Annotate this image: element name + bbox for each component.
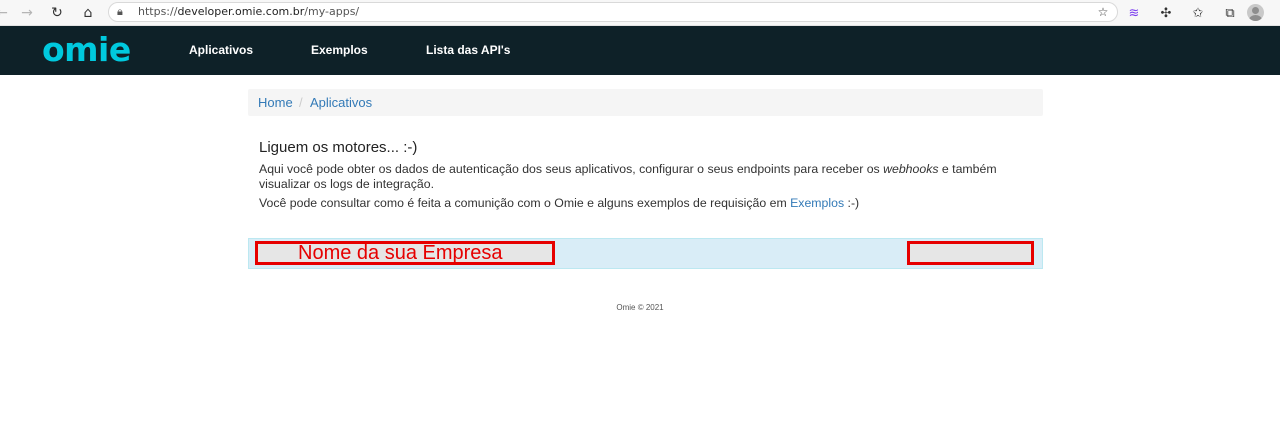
nav-link-exemplos[interactable]: Exemplos — [311, 43, 368, 57]
collections-icon[interactable]: ⧉ — [1220, 3, 1240, 23]
exemplos-link[interactable]: Exemplos — [790, 196, 844, 210]
url-text: https://developer.omie.com.br/my-apps/ — [138, 5, 360, 18]
webhooks-emphasis: webhooks — [883, 162, 939, 176]
home-icon[interactable]: ⌂ — [78, 3, 98, 23]
browser-toolbar: ← → ↻ ⌂ 🔒︎ https://developer.omie.com.br… — [0, 0, 1280, 26]
lock-icon: 🔒︎ — [117, 5, 123, 18]
company-name-highlight: Nome da sua Empresa — [255, 241, 555, 265]
site-navbar: omie Aplicativos Exemplos Lista das API'… — [0, 26, 1280, 75]
extension-icon[interactable]: ≋ — [1124, 3, 1144, 23]
company-name: Nome da sua Empresa — [298, 242, 503, 264]
favorite-star-icon[interactable]: ☆ — [1093, 2, 1113, 22]
omie-logo[interactable]: omie — [42, 31, 131, 69]
redacted-field-highlight — [907, 241, 1034, 265]
footer-copyright: Omie © 2021 — [616, 303, 664, 312]
back-arrow-icon[interactable]: ← — [0, 3, 12, 23]
refresh-icon[interactable]: ↻ — [47, 3, 67, 23]
nav-link-aplicativos[interactable]: Aplicativos — [189, 43, 253, 57]
nav-link-lista-apis[interactable]: Lista das API's — [426, 43, 510, 57]
puzzle-icon[interactable]: ✣ — [1156, 3, 1176, 23]
breadcrumb-separator: / — [299, 95, 303, 110]
breadcrumb-home[interactable]: Home — [258, 89, 293, 116]
intro-paragraph-line1: Aqui você pode obter os dados de autenti… — [259, 162, 997, 176]
intro-paragraph-line3: Você pode consultar como é feita a comun… — [259, 196, 860, 210]
intro-paragraph-line2: visualizar os logs de integração. — [259, 177, 434, 191]
address-bar[interactable]: 🔒︎ https://developer.omie.com.br/my-apps… — [108, 2, 1118, 22]
page-title: Liguem os motores... :-) — [259, 139, 418, 156]
app-row[interactable]: Nome da sua Empresa — [248, 238, 1043, 269]
breadcrumb: Home / Aplicativos — [248, 89, 1043, 116]
forward-arrow-icon[interactable]: → — [17, 3, 37, 23]
profile-avatar[interactable] — [1247, 4, 1264, 21]
breadcrumb-current: Aplicativos — [310, 95, 373, 110]
favorites-icon[interactable]: ✩ — [1188, 3, 1208, 23]
